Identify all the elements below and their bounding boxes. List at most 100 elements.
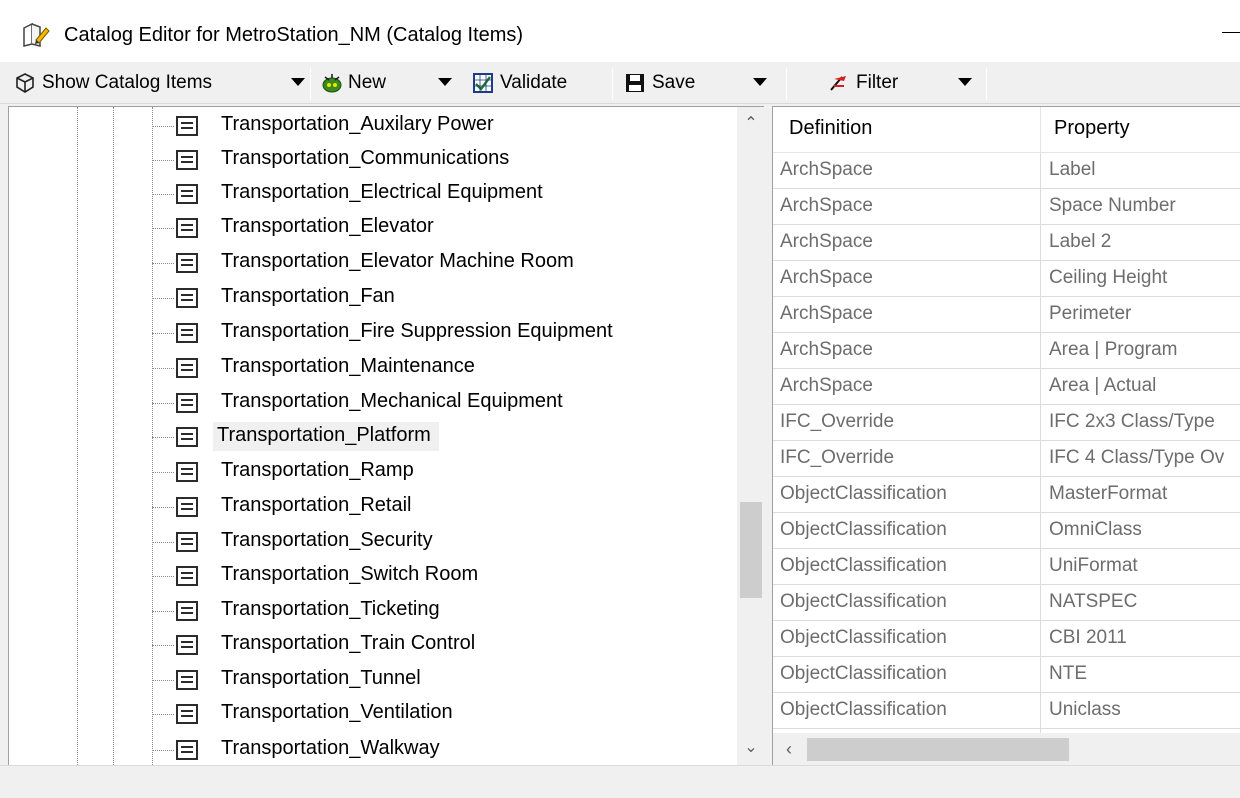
new-dropdown-arrow[interactable] xyxy=(438,78,452,86)
tree-item-label: Transportation_Retail xyxy=(221,494,412,516)
tree-item-label: Transportation_Ticketing xyxy=(221,598,440,620)
properties-grid[interactable]: Definition Property ArchSpace Label ArchSp… xyxy=(772,106,1240,765)
tree-item[interactable]: Transportation_Auxilary Power xyxy=(9,109,739,143)
tree-item[interactable]: Transportation_Switch Room xyxy=(9,559,739,593)
table-row[interactable]: ArchSpace Space Number xyxy=(773,189,1240,225)
pane-splitter[interactable] xyxy=(764,104,772,765)
table-row[interactable]: ArchSpace Ceiling Height xyxy=(773,261,1240,297)
tree-vertical-scrollbar[interactable]: ⌃ ⌄ xyxy=(737,107,764,765)
grid-header: Definition Property xyxy=(773,107,1240,153)
tree-connector xyxy=(152,194,174,195)
catalog-item-icon xyxy=(176,704,198,724)
tree-item[interactable]: Transportation_Fire Suppression Equipmen… xyxy=(9,316,739,350)
catalog-item-icon xyxy=(176,253,198,273)
catalog-item-icon xyxy=(176,670,198,690)
window-title: Catalog Editor for MetroStation_NM (Cata… xyxy=(64,24,524,46)
new-label: New xyxy=(348,72,387,93)
tree-item[interactable]: Transportation_Platform xyxy=(9,420,739,454)
tree-connector xyxy=(152,298,174,299)
tree-item[interactable]: Transportation_Retail xyxy=(9,490,739,524)
scroll-up-icon[interactable]: ⌃ xyxy=(740,111,762,135)
show-catalog-items-button[interactable]: Show Catalog Items xyxy=(14,66,212,100)
tree-item[interactable]: Transportation_Mechanical Equipment xyxy=(9,386,739,420)
save-button[interactable]: Save xyxy=(624,66,695,100)
tree-item[interactable]: Transportation_Communications xyxy=(9,143,739,177)
save-label: Save xyxy=(652,72,696,93)
definition-cell: ArchSpace xyxy=(780,339,873,360)
title-bar: Catalog Editor for MetroStation_NM (Cata… xyxy=(0,0,1240,62)
tree-item-label: Transportation_Switch Room xyxy=(221,563,479,585)
table-row[interactable]: ObjectClassification UniFormat xyxy=(773,549,1240,585)
tree-item[interactable]: Transportation_Fan xyxy=(9,281,739,315)
property-cell: MasterFormat xyxy=(1049,483,1168,504)
definition-cell: ArchSpace xyxy=(780,267,873,288)
minimize-button[interactable] xyxy=(1218,18,1240,48)
tree-item[interactable]: Transportation_Ventilation xyxy=(9,697,739,731)
definition-cell: ObjectClassification xyxy=(780,555,947,576)
column-divider[interactable] xyxy=(1040,107,1041,153)
filter-dropdown-arrow[interactable] xyxy=(958,78,972,86)
table-row[interactable]: ObjectClassification CBI 2011 xyxy=(773,621,1240,657)
show-catalog-items-label: Show Catalog Items xyxy=(42,72,213,93)
table-row[interactable]: ObjectClassification Uniclass xyxy=(773,693,1240,729)
tree-item[interactable]: Transportation_Ramp xyxy=(9,455,739,489)
tree-item[interactable]: Transportation_Walkway xyxy=(9,733,739,765)
tree-item[interactable]: Transportation_Elevator xyxy=(9,211,739,245)
tree-item[interactable]: Transportation_Ticketing xyxy=(9,594,739,628)
new-button[interactable]: New xyxy=(320,66,386,100)
tree-item[interactable]: Transportation_Electrical Equipment xyxy=(9,177,739,211)
tree-item-label: Transportation_Walkway xyxy=(221,737,440,759)
catalog-item-icon xyxy=(176,427,198,447)
table-row[interactable]: IFC_Override IFC 2x3 Class/Type xyxy=(773,405,1240,441)
tree-connector xyxy=(152,507,174,508)
scroll-down-icon[interactable]: ⌄ xyxy=(740,735,762,759)
definition-cell: ObjectClassification xyxy=(780,627,947,648)
catalog-item-icon xyxy=(176,601,198,621)
catalog-item-icon xyxy=(176,740,198,760)
catalog-item-icon xyxy=(176,150,198,170)
scrollbar-thumb[interactable] xyxy=(740,502,762,598)
show-dropdown-arrow[interactable] xyxy=(291,78,305,86)
tree-connector xyxy=(152,263,174,264)
table-row[interactable]: ObjectClassification OmniClass xyxy=(773,513,1240,549)
tree-connector xyxy=(152,542,174,543)
tree-item-label: Transportation_Tunnel xyxy=(221,667,421,689)
table-row[interactable]: ObjectClassification NATSPEC xyxy=(773,585,1240,621)
property-cell: NATSPEC xyxy=(1049,591,1138,612)
scroll-left-icon[interactable]: ‹ xyxy=(777,737,801,761)
catalog-tree[interactable]: Transportation_Auxilary Power Transportat… xyxy=(8,106,764,765)
scrollbar-thumb[interactable] xyxy=(807,738,1069,761)
toolbar-separator xyxy=(310,68,311,100)
tree-item[interactable]: Transportation_Maintenance xyxy=(9,351,739,385)
table-row[interactable]: ArchSpace Perimeter xyxy=(773,297,1240,333)
status-bar xyxy=(0,765,1240,798)
table-row[interactable]: ArchSpace Area | Actual xyxy=(773,369,1240,405)
table-row[interactable]: ObjectClassification MasterFormat xyxy=(773,477,1240,513)
table-row[interactable]: ArchSpace Label 2 xyxy=(773,225,1240,261)
column-header-property[interactable]: Property xyxy=(1054,117,1130,140)
catalog-item-icon xyxy=(176,532,198,552)
property-cell: NTE xyxy=(1049,663,1087,684)
table-row[interactable]: ObjectClassification NTE xyxy=(773,657,1240,693)
table-row[interactable]: ArchSpace Label xyxy=(773,153,1240,189)
table-row[interactable]: IFC_Override IFC 4 Class/Type Ov xyxy=(773,441,1240,477)
validate-label: Validate xyxy=(500,72,568,93)
tree-item[interactable]: Transportation_Train Control xyxy=(9,628,739,662)
tree-item-label: Transportation_Electrical Equipment xyxy=(221,181,543,203)
tree-item[interactable]: Transportation_Tunnel xyxy=(9,663,739,697)
property-cell: UniFormat xyxy=(1049,555,1138,576)
table-row[interactable]: ArchSpace Area | Program xyxy=(773,333,1240,369)
tree-connector xyxy=(152,714,174,715)
column-header-definition[interactable]: Definition xyxy=(789,117,872,140)
tree-connector xyxy=(152,611,174,612)
filter-button[interactable]: Filter xyxy=(828,66,898,100)
validate-button[interactable]: Validate xyxy=(472,66,567,100)
tree-item[interactable]: Transportation_Elevator Machine Room xyxy=(9,246,739,280)
grid-horizontal-scrollbar[interactable]: ‹ xyxy=(773,733,1240,765)
property-cell: Ceiling Height xyxy=(1049,267,1168,288)
cube-icon xyxy=(14,72,36,94)
catalog-item-icon xyxy=(176,635,198,655)
definition-cell: ObjectClassification xyxy=(780,591,947,612)
tree-item[interactable]: Transportation_Security xyxy=(9,525,739,559)
save-dropdown-arrow[interactable] xyxy=(753,78,767,86)
